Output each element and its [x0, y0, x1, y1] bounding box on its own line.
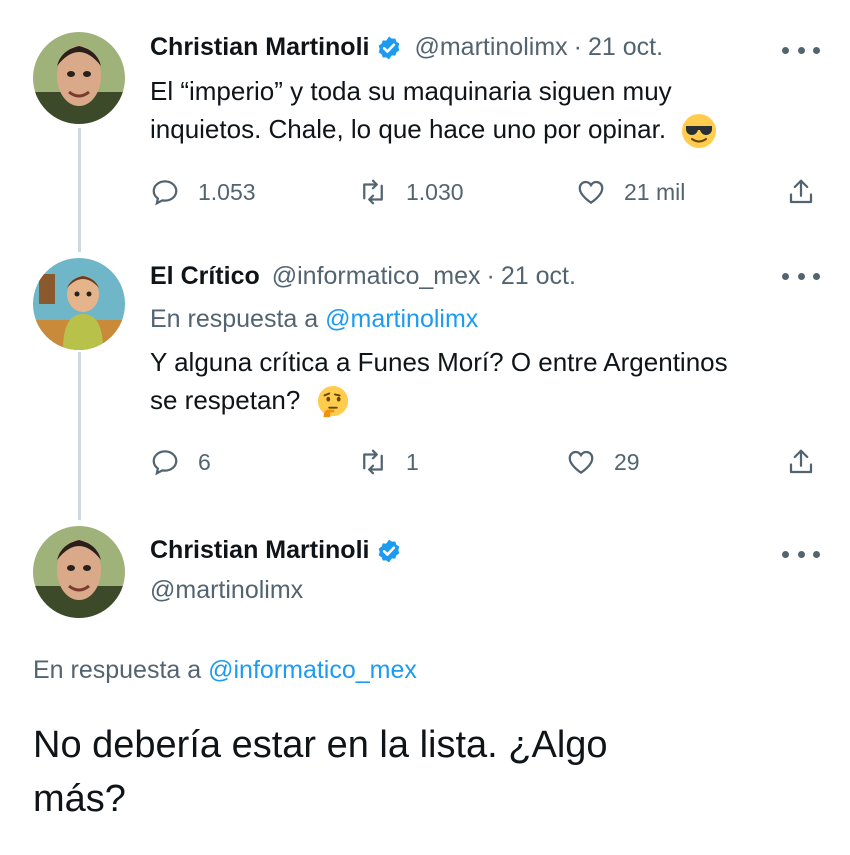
author-handle[interactable]: @martinolimx	[150, 576, 303, 605]
like-count: 21 mil	[624, 178, 686, 205]
retweet-count: 1	[406, 448, 419, 475]
author-name[interactable]: Christian Martinoli	[150, 33, 369, 62]
reply-context: En respuesta a @informatico_mex	[33, 656, 417, 684]
more-options-icon[interactable]	[782, 544, 820, 564]
tweet-text: El “imperio” y toda su maquinaria siguen…	[150, 72, 810, 149]
separator: ·	[573, 33, 582, 61]
tweet-text: Y alguna crítica a Funes Morí? O entre A…	[150, 343, 830, 419]
main-tweet-text: No debería estar en la lista. ¿Algo más?	[33, 724, 608, 820]
reply-to-link[interactable]: @martinolimx	[325, 305, 478, 333]
retweet-count: 1.030	[406, 178, 464, 205]
retweet-button[interactable]: 1.030	[358, 177, 464, 207]
like-button[interactable]: 29	[566, 447, 640, 477]
tweet-actions: 6 1 29	[150, 447, 820, 483]
avatar[interactable]	[33, 258, 125, 350]
thread-line	[78, 128, 81, 252]
like-button[interactable]: 21 mil	[576, 177, 685, 207]
thinking-emoji-icon	[317, 386, 348, 418]
heart-icon	[568, 450, 594, 474]
reply-button[interactable]: 1.053	[150, 177, 256, 207]
retweet-icon	[363, 449, 383, 475]
share-button[interactable]	[786, 177, 816, 207]
reply-icon	[152, 180, 178, 206]
retweet-button[interactable]: 1	[358, 447, 419, 477]
share-icon	[789, 449, 813, 474]
author-handle[interactable]: @martinolimx	[414, 33, 567, 62]
more-options-icon[interactable]	[782, 40, 820, 60]
author-name[interactable]: El Crítico	[150, 262, 260, 291]
separator: ·	[486, 262, 495, 290]
verified-badge-icon	[379, 36, 400, 59]
reply-icon	[152, 450, 178, 476]
retweet-icon	[363, 179, 383, 205]
avatar[interactable]	[33, 32, 125, 124]
reply-button[interactable]: 6	[150, 447, 211, 477]
share-button[interactable]	[786, 447, 816, 477]
tweet-header: Christian Martinoli @martinolimx · 21 oc…	[150, 33, 663, 62]
tweet-actions: 1.053 1.030 21 mil	[150, 177, 820, 213]
heart-icon	[578, 180, 604, 204]
like-count: 29	[614, 448, 640, 475]
reply-context: En respuesta a @martinolimx	[150, 305, 479, 333]
thread-line	[78, 352, 81, 520]
author-name[interactable]: Christian Martinoli	[150, 536, 369, 565]
verified-badge-icon	[379, 539, 400, 562]
reply-count: 6	[198, 448, 211, 475]
tweet-header: El Crítico @informatico_mex · 21 oct.	[150, 262, 576, 291]
author-handle[interactable]: @informatico_mex	[272, 262, 481, 291]
main-tweet-header: Christian Martinoli	[150, 536, 402, 565]
reply-to-link[interactable]: @informatico_mex	[208, 656, 417, 684]
reply-count: 1.053	[198, 178, 256, 205]
tweet-date[interactable]: 21 oct.	[588, 33, 663, 62]
avatar[interactable]	[33, 526, 125, 618]
more-options-icon[interactable]	[782, 266, 820, 286]
share-icon	[789, 179, 813, 204]
tweet-date[interactable]: 21 oct.	[501, 262, 576, 291]
sunglasses-emoji-icon	[682, 114, 717, 149]
